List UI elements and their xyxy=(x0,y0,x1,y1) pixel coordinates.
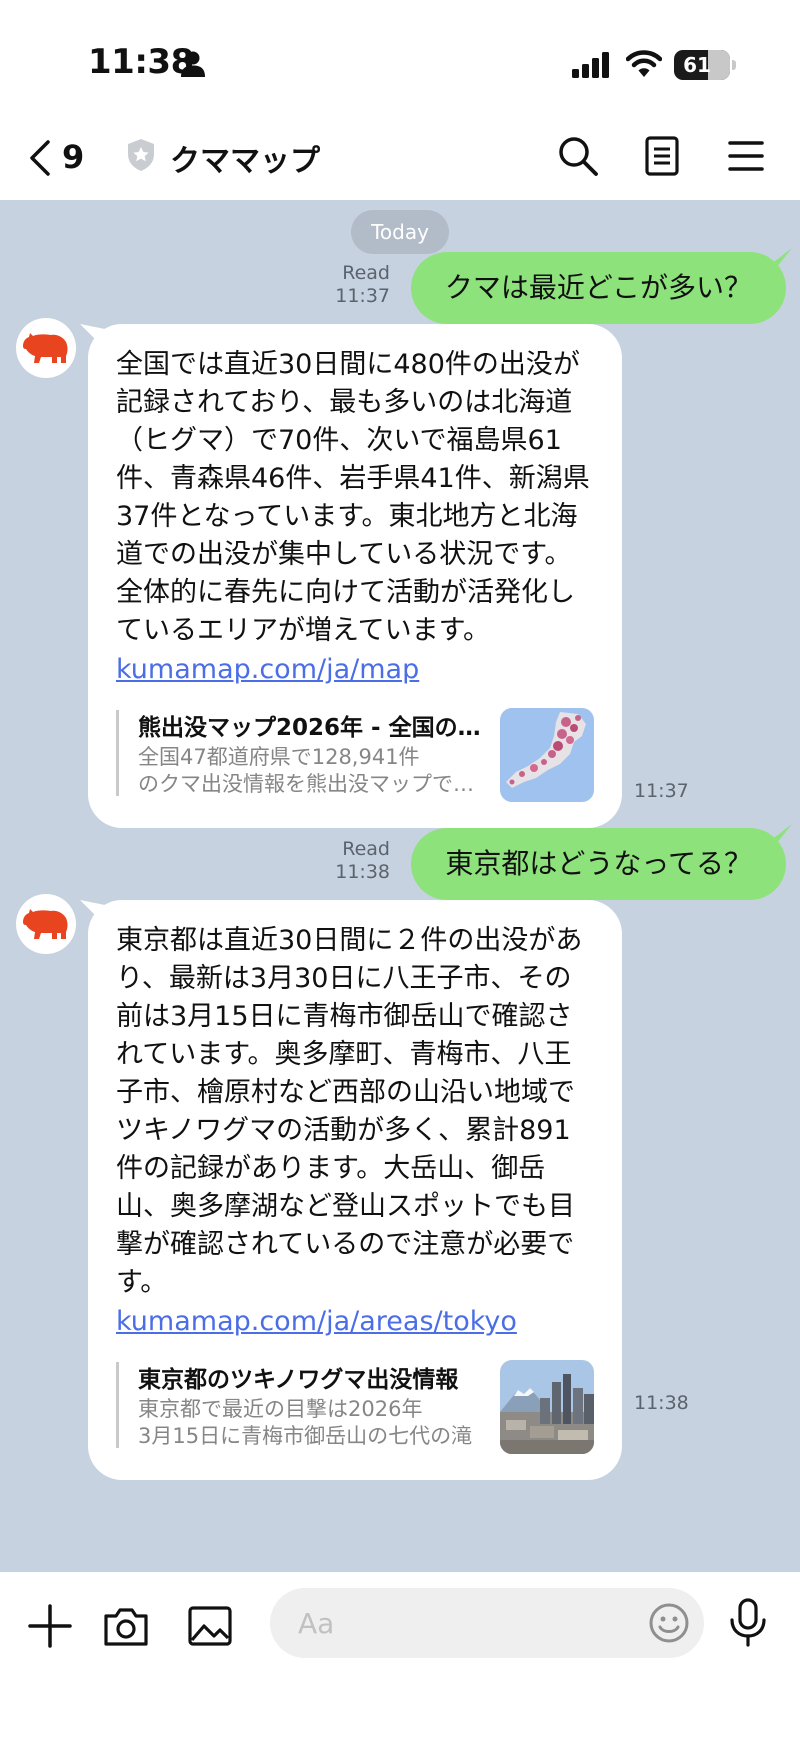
message-link[interactable]: kumamap.com/ja/map xyxy=(116,652,594,688)
read-label: Read xyxy=(342,838,390,860)
bear-icon xyxy=(23,333,68,363)
wifi-icon xyxy=(626,50,662,77)
message-link[interactable]: kumamap.com/ja/areas/tokyo xyxy=(116,1304,594,1340)
message-time: 11:38 xyxy=(335,861,390,883)
chat-header: 9 クママップ xyxy=(0,120,800,200)
input-bar xyxy=(0,1572,800,1739)
link-preview-card[interactable]: 熊出没マップ2026年 - 全国のクマ出没情報 全国47都道府県で128,941… xyxy=(116,708,594,802)
menu-icon[interactable] xyxy=(724,134,768,178)
outgoing-message[interactable]: クマは最近どこが多い？ xyxy=(410,252,786,324)
outgoing-message[interactable]: 東京都はどうなってる？ xyxy=(411,828,786,900)
message-time: 11:37 xyxy=(335,285,390,307)
message-input[interactable] xyxy=(270,1588,704,1658)
battery-nub xyxy=(732,60,736,70)
chat-area[interactable]: Today Read 11:37 クマは最近どこが多い？ 全国では直近30日間に… xyxy=(0,200,800,1572)
preview-divider xyxy=(116,1362,119,1448)
date-separator: Today xyxy=(351,210,449,254)
message-time: 11:37 xyxy=(634,780,689,802)
preview-title: 東京都のツキノワグマ出没情報 xyxy=(138,1367,459,1393)
preview-desc-line: 全国47都道府県で128,941件 xyxy=(138,745,420,769)
message-time: 11:38 xyxy=(634,1392,689,1414)
status-bar: 11:38 61 xyxy=(0,0,800,120)
bear-icon xyxy=(23,909,68,939)
signal-icon xyxy=(572,52,609,78)
image-icon[interactable] xyxy=(186,1602,234,1650)
preview-description: 全国47都道府県で128,941件 のクマ出没情報を熊出没マップで確認 xyxy=(138,744,486,798)
read-label: Read xyxy=(342,262,390,284)
map-thumbnail xyxy=(500,708,594,802)
preview-title: 熊出没マップ2026年 - 全国のクマ出没情報 xyxy=(138,715,486,741)
emoji-icon[interactable] xyxy=(648,1602,690,1644)
notes-icon[interactable] xyxy=(640,134,684,178)
message-text: 東京都は直近30日間に２件の出没があり、最新は3月30日に八王子市、その前は3月… xyxy=(116,925,583,1298)
status-time: 11:38 xyxy=(88,42,194,82)
bot-avatar[interactable] xyxy=(16,318,76,378)
camera-icon[interactable] xyxy=(102,1602,150,1650)
search-icon[interactable] xyxy=(556,134,600,178)
back-chevron-icon[interactable] xyxy=(26,138,54,178)
preview-desc-line: のクマ出没情報を熊出没マップで確認 xyxy=(138,772,486,796)
person-icon xyxy=(181,51,205,77)
read-receipt: Read 11:37 xyxy=(322,262,390,308)
incoming-message: 東京都は直近30日間に２件の出没があり、最新は3月30日に八王子市、その前は3月… xyxy=(88,900,622,1480)
battery-level: 61 xyxy=(683,53,711,77)
preview-divider xyxy=(116,710,119,796)
message-text: 全国では直近30日間に480件の出没が記録されており、最も多いのは北海道（ヒグマ… xyxy=(116,349,590,646)
link-preview-card[interactable]: 東京都のツキノワグマ出没情報 東京都で最近の目撃は2026年 3月15日に青梅市… xyxy=(116,1360,594,1454)
plus-icon[interactable] xyxy=(26,1602,74,1650)
chat-title: クママップ xyxy=(170,144,320,179)
preview-description: 東京都で最近の目撃は2026年 3月15日に青梅市御岳山の七代の滝 xyxy=(138,1396,486,1450)
city-thumbnail xyxy=(500,1360,594,1454)
preview-desc-line: 3月15日に青梅市御岳山の七代の滝 xyxy=(138,1424,473,1448)
shield-icon xyxy=(128,139,154,171)
read-receipt: Read 11:38 xyxy=(322,838,390,884)
unread-count[interactable]: 9 xyxy=(62,138,84,176)
preview-desc-line: 東京都で最近の目撃は2026年 xyxy=(138,1397,423,1421)
incoming-message: 全国では直近30日間に480件の出没が記録されており、最も多いのは北海道（ヒグマ… xyxy=(88,324,622,828)
battery-indicator: 61 xyxy=(674,50,730,80)
bot-avatar[interactable] xyxy=(16,894,76,954)
mic-icon[interactable] xyxy=(728,1598,768,1648)
